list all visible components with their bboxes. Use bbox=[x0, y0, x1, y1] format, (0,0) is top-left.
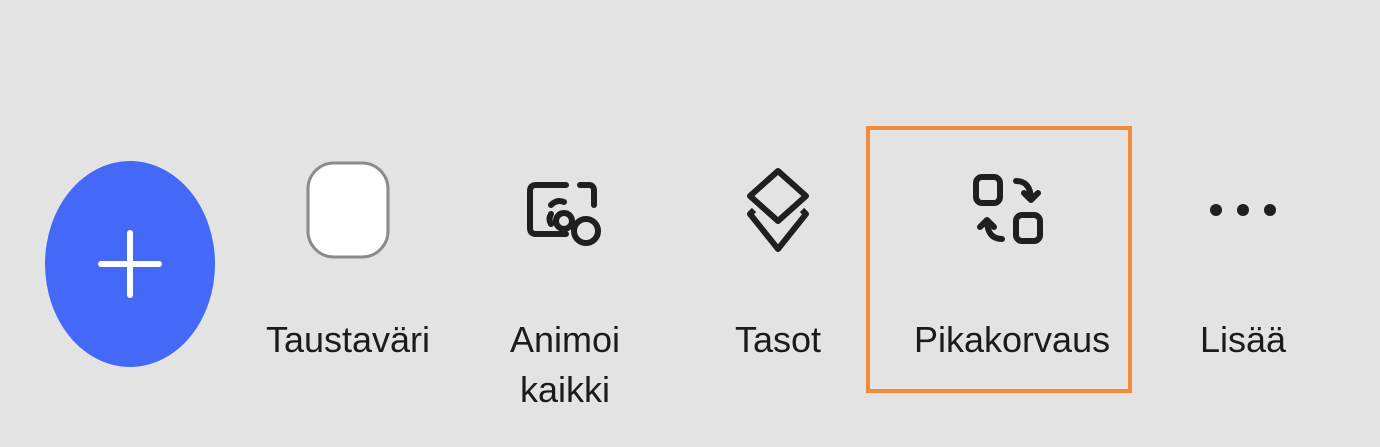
color-swatch-icon bbox=[253, 150, 443, 270]
add-button[interactable] bbox=[45, 161, 215, 367]
toolbar-item-animoi-kaikki[interactable]: Animoi kaikki bbox=[470, 150, 660, 420]
toolbar-item-lisaa[interactable]: Lisää bbox=[1148, 150, 1338, 420]
toolbar-item-taustavari[interactable]: Taustaväri bbox=[253, 150, 443, 420]
toolbar-item-label: Lisää bbox=[1199, 319, 1287, 360]
layers-icon bbox=[683, 150, 873, 270]
more-dots-icon bbox=[1148, 150, 1338, 270]
toolbar-item-tasot[interactable]: Tasot bbox=[683, 150, 873, 420]
toolbar-item-label: Taustaväri bbox=[265, 319, 431, 360]
animate-all-icon bbox=[470, 150, 660, 270]
toolbar-item-label: Tasot bbox=[734, 319, 822, 360]
toolbar-item-label: Animoi kaikki bbox=[509, 319, 621, 410]
highlight-frame bbox=[866, 126, 1132, 393]
